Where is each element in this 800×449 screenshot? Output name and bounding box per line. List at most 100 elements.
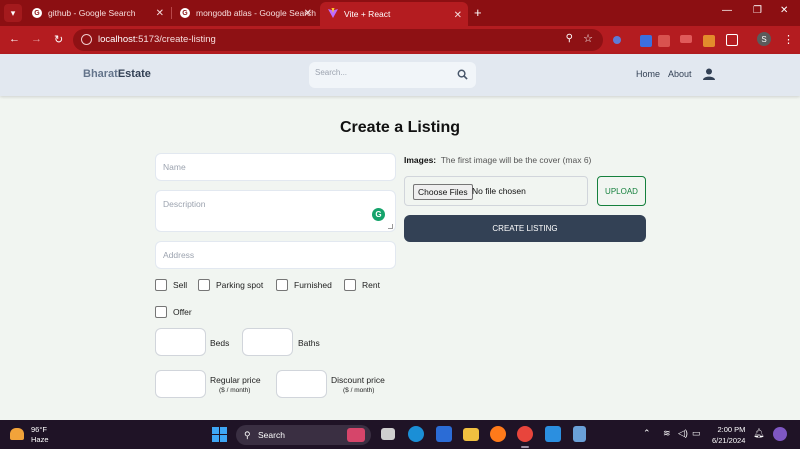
reload-icon[interactable]: ↻: [54, 33, 63, 46]
address-bar[interactable]: localhost:5173/create-listing ⚲ ☆: [73, 29, 603, 51]
description-input[interactable]: [156, 191, 395, 231]
vscode-icon[interactable]: [545, 426, 561, 442]
address-input[interactable]: [156, 242, 395, 268]
checkbox-label: Rent: [362, 280, 380, 290]
browser-menu-icon[interactable]: ⋮: [783, 33, 794, 46]
checkbox-label: Parking spot: [216, 280, 264, 290]
bookmark-star-icon[interactable]: ☆: [583, 32, 593, 45]
search-input[interactable]: [315, 68, 445, 77]
restore-icon[interactable]: ❐: [753, 5, 762, 16]
extension-icon[interactable]: [640, 35, 652, 47]
create-listing-button[interactable]: CREATE LISTING: [404, 215, 646, 242]
notepad-icon[interactable]: [573, 426, 586, 442]
checkbox-label: Sell: [173, 280, 188, 290]
site-info-icon[interactable]: [81, 34, 92, 45]
extensions-puzzle-icon[interactable]: [726, 34, 738, 46]
upload-button[interactable]: UPLOAD: [597, 176, 646, 206]
tab-vite-react[interactable]: Vite + React ✕: [320, 2, 468, 26]
checkbox-label: Furnished: [294, 280, 332, 290]
tab-title: mongodb atlas - Google Search: [196, 8, 317, 18]
nav-home[interactable]: Home: [636, 69, 660, 79]
name-field: [155, 153, 396, 181]
windows-start-icon[interactable]: [212, 427, 227, 442]
regular-price-input[interactable]: [155, 370, 206, 398]
edge-icon[interactable]: [408, 426, 424, 442]
beds-input[interactable]: [155, 328, 206, 356]
checkbox-box[interactable]: [155, 306, 167, 318]
tab-search-menu-button[interactable]: ▾: [4, 4, 22, 22]
taskbar-search-label: Search: [258, 430, 285, 440]
search-box: [309, 62, 476, 88]
file-explorer-icon[interactable]: [463, 428, 479, 441]
extension-icon[interactable]: [703, 35, 715, 47]
tab-title: Vite + React: [344, 9, 391, 19]
firefox-icon[interactable]: [490, 426, 506, 442]
search-highlight-icon: [347, 428, 365, 442]
extension-icon[interactable]: [658, 35, 670, 47]
close-icon[interactable]: ✕: [304, 8, 312, 19]
images-label: Images: The first image will be the cove…: [404, 155, 591, 165]
profile-avatar[interactable]: S: [757, 32, 771, 46]
google-icon: G: [180, 8, 190, 18]
search-icon: ⚲: [244, 430, 251, 440]
file-input: Choose Files No file chosen: [404, 176, 588, 206]
regular-price-unit: ($ / month): [219, 387, 251, 394]
weather-condition: Haze: [31, 435, 49, 444]
checkbox-box[interactable]: [276, 279, 288, 291]
copilot-icon[interactable]: [773, 427, 787, 441]
wifi-icon[interactable]: ≋: [663, 428, 671, 439]
notification-bell-icon[interactable]: 🔔︎: [753, 428, 764, 439]
system-clock[interactable]: 2:00 PM 6/21/2024: [712, 424, 745, 446]
parking-checkbox[interactable]: Parking spot: [198, 279, 263, 291]
battery-icon[interactable]: ▭: [692, 428, 701, 439]
new-tab-icon[interactable]: +: [474, 5, 482, 20]
baths-input[interactable]: [242, 328, 293, 356]
checkbox-box[interactable]: [155, 279, 167, 291]
choose-files-button[interactable]: Choose Files: [413, 184, 473, 200]
images-heading: Images:: [404, 155, 437, 165]
minimize-icon[interactable]: —: [722, 5, 732, 16]
chevron-up-icon[interactable]: ⌃: [643, 428, 651, 439]
grammarly-icon[interactable]: G: [372, 208, 385, 221]
url-text[interactable]: localhost:5173/create-listing: [98, 34, 216, 45]
search-icon[interactable]: [457, 69, 468, 80]
tab-github-search[interactable]: G github - Google Search ✕: [24, 0, 170, 26]
close-window-icon[interactable]: ✕: [780, 5, 788, 16]
baths-label: Baths: [298, 338, 320, 348]
brand-logo[interactable]: BharatEstate: [83, 68, 151, 80]
rent-checkbox[interactable]: Rent: [344, 279, 380, 291]
tab-mongodb-search[interactable]: G mongodb atlas - Google Search ✕: [172, 0, 318, 26]
furnished-checkbox[interactable]: Furnished: [276, 279, 332, 291]
sell-checkbox[interactable]: Sell: [155, 279, 187, 291]
page-title: Create a Listing: [339, 119, 461, 136]
chrome-icon[interactable]: [517, 426, 533, 442]
name-input[interactable]: [156, 154, 395, 180]
clock-date: 6/21/2024: [712, 436, 746, 445]
speaker-icon[interactable]: ◁): [678, 428, 688, 439]
zoom-icon[interactable]: ⚲: [566, 33, 573, 44]
user-avatar-icon[interactable]: [703, 68, 715, 80]
windows-taskbar: 96°F Haze ⚲ Search ⌃ ≋ ◁) ▭ 2:00 PM 6/21…: [0, 420, 800, 449]
extension-icon[interactable]: [613, 36, 621, 44]
resize-handle[interactable]: [388, 224, 393, 229]
checkbox-box[interactable]: [198, 279, 210, 291]
checkbox-box[interactable]: [344, 279, 356, 291]
checkbox-label: Offer: [173, 307, 192, 317]
extension-icon[interactable]: [680, 35, 692, 43]
close-icon[interactable]: ✕: [454, 10, 462, 21]
back-icon[interactable]: ←: [9, 33, 20, 45]
forward-icon[interactable]: →: [31, 33, 42, 45]
beds-label: Beds: [210, 338, 230, 348]
microsoft-store-icon[interactable]: [436, 426, 452, 442]
task-view-icon[interactable]: [381, 428, 395, 440]
images-note: The first image will be the cover (max 6…: [440, 155, 592, 165]
nav-about[interactable]: About: [668, 69, 692, 79]
taskbar-search[interactable]: ⚲ Search: [236, 425, 371, 445]
url-host: localhost: [98, 34, 136, 45]
brand-part1: Bharat: [83, 68, 118, 80]
offer-checkbox[interactable]: Offer: [155, 306, 192, 318]
discount-price-input[interactable]: [276, 370, 327, 398]
close-icon[interactable]: ✕: [156, 8, 164, 19]
discount-price-label: Discount price: [331, 375, 385, 385]
clock-time: 2:00 PM: [717, 425, 746, 434]
